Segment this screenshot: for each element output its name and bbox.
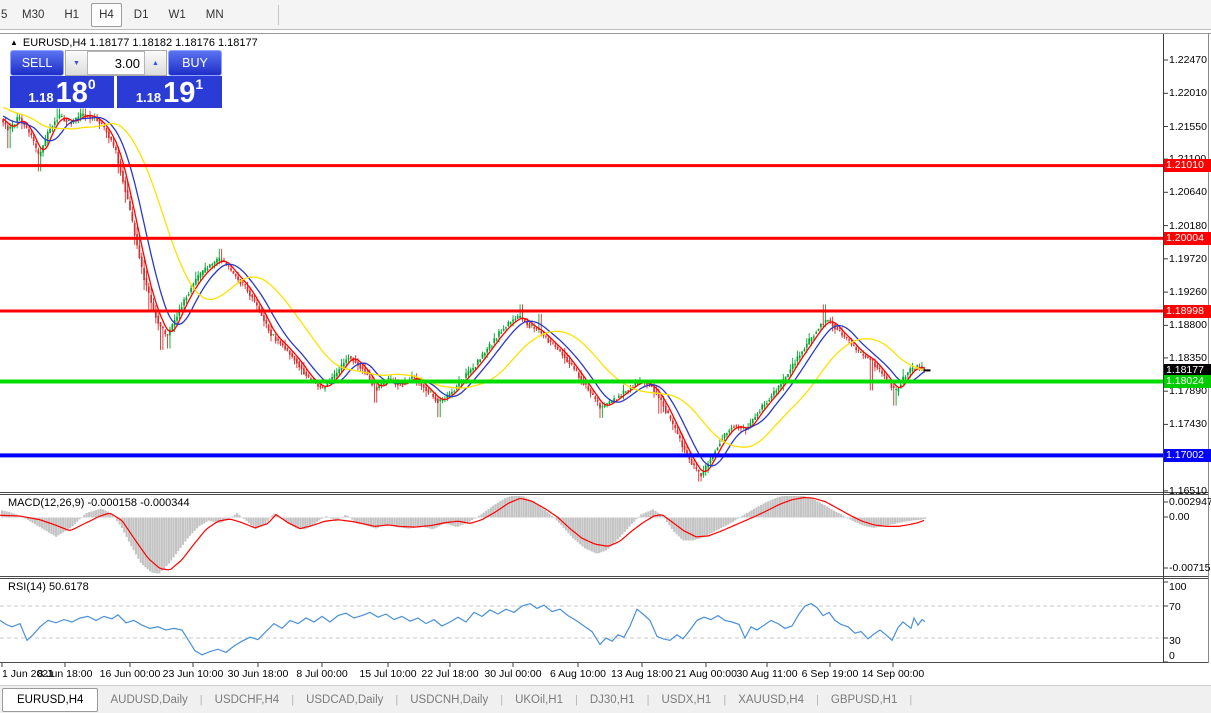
symbol-ohlc-text: EURUSD,H4 1.18177 1.18182 1.18176 1.1817… [23,37,258,49]
sell-price-display[interactable]: 1.18180 [10,76,114,108]
chart-tab-eurusd-h4[interactable]: EURUSD,H4 [2,688,98,712]
chart-tab-audusd-daily[interactable]: AUDUSD,Daily [98,689,199,711]
moving-averages [3,107,924,471]
chart-tabs: EURUSD,H4AUDUSD,Daily|USDCHF,H4|USDCAD,D… [0,685,1211,713]
buy-button[interactable]: BUY [168,50,222,76]
sell-button[interactable]: SELL [10,50,64,76]
chevron-down-icon: ▼ [73,60,80,67]
chart-tab-usdcad-daily[interactable]: USDCAD,Daily [294,689,395,711]
volume-control: ▼ ▲ [65,50,167,76]
sell-price-sup: 0 [88,77,96,92]
ma-slow-yellow [3,107,924,447]
chart-header: ▲ EURUSD,H4 1.18177 1.18182 1.18176 1.181… [10,37,258,49]
buy-price-display[interactable]: 1.18191 [117,76,222,108]
chart-tab-usdchf-h4[interactable]: USDCHF,H4 [203,689,292,711]
rsi-level-lines [0,606,1163,638]
ma-fast-red [3,116,924,472]
sell-price-big: 18 [56,80,88,106]
buy-price-sup: 1 [195,77,203,92]
chart-tab-dj30-h1[interactable]: DJ30,H1 [578,689,647,711]
tab-separator: | [909,694,912,706]
rsi-indicator-label: RSI(14) 50.6178 [8,581,89,593]
sell-price-small: 1.18 [28,89,53,106]
chart-tab-gbpusd-h1[interactable]: GBPUSD,H1 [819,689,909,711]
rsi-line [0,604,925,655]
collapse-arrow-icon[interactable]: ▲ [10,38,18,47]
chart-tab-ukoil-h1[interactable]: UKOil,H1 [503,689,575,711]
axes [0,33,1211,667]
volume-input[interactable] [87,51,145,75]
chart-tab-usdcnh-daily[interactable]: USDCNH,Daily [398,689,500,711]
macd-indicator-label: MACD(12,26,9) -0.000158 -0.000344 [8,497,190,509]
chevron-up-icon: ▲ [152,60,159,67]
trading-terminal-window: 5M30H1H4D1W1MN ▲EURUSD,H4 1.18177 1.1818… [0,0,1211,713]
chart-tab-xauusd-h4[interactable]: XAUUSD,H4 [726,689,816,711]
buy-price-big: 19 [163,80,195,106]
chart-tab-usdx-h1[interactable]: USDX,H1 [649,689,723,711]
candles-bull [9,108,923,477]
volume-increase-button[interactable]: ▲ [145,51,166,75]
volume-decrease-button[interactable]: ▼ [66,51,87,75]
one-click-trading-panel: SELL ▼ ▲ BUY 1.18180 1.18191 [10,50,222,108]
horizontal-level-lines [0,164,1163,457]
buy-price-small: 1.18 [136,89,161,106]
